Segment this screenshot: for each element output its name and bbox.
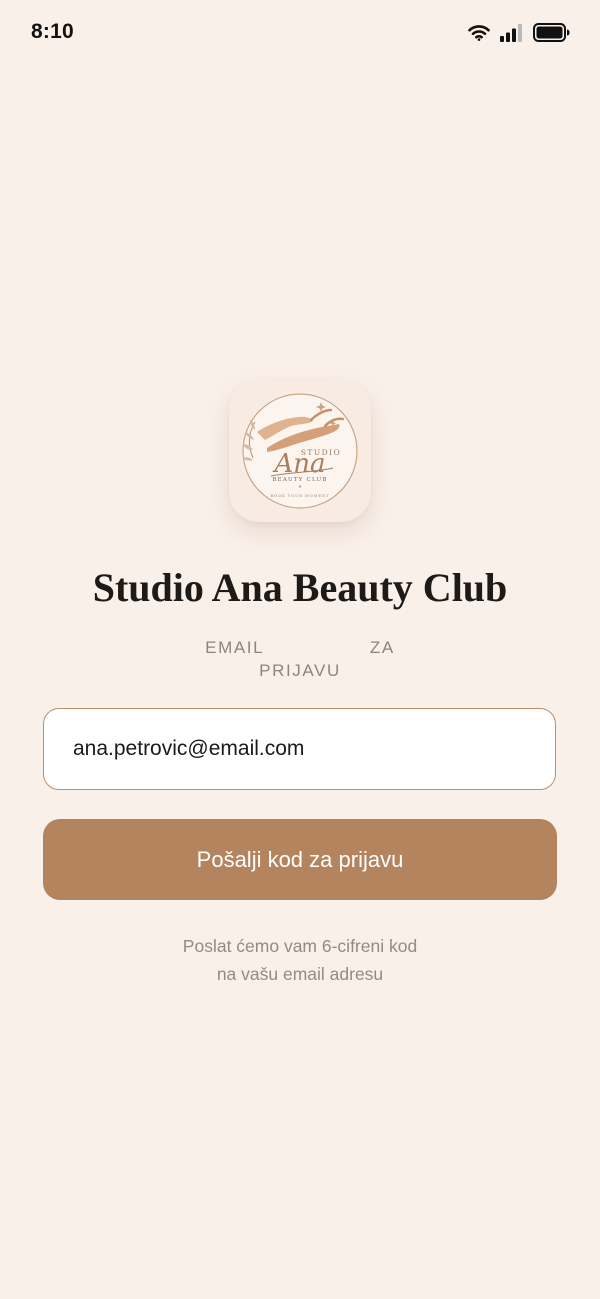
email-label-line-1: EMAIL ZA (205, 638, 395, 657)
status-icons (468, 23, 570, 47)
email-field-label: EMAIL ZA PRIJAVU (200, 636, 400, 682)
wifi-icon (468, 24, 490, 46)
app-logo: STUDIO Ana BEAUTY CLUB BOOK YOUR MOMENT (229, 380, 371, 522)
page-title: Studio Ana Beauty Club (92, 565, 508, 610)
signal-icon (500, 23, 523, 47)
email-field[interactable] (43, 708, 556, 790)
helper-text-line-2: na vašu email adresu (216, 964, 384, 984)
email-label-line-2: PRIJAVU (259, 661, 341, 680)
status-bar: 8:10 (0, 0, 600, 66)
logo-tagline-text: BOOK YOUR MOMENT (270, 494, 329, 498)
battery-icon (533, 23, 570, 47)
helper-text-line-1: Poslat ćemo vam 6-cifreni kod (182, 936, 418, 956)
send-login-code-button[interactable]: Pošalji kod za prijavu (43, 819, 557, 900)
logo-subtitle-text: BEAUTY CLUB (272, 477, 327, 483)
status-time: 8:10 (31, 20, 74, 43)
helper-text: Poslat ćemo vam 6-cifreni kod na vašu em… (100, 932, 500, 988)
